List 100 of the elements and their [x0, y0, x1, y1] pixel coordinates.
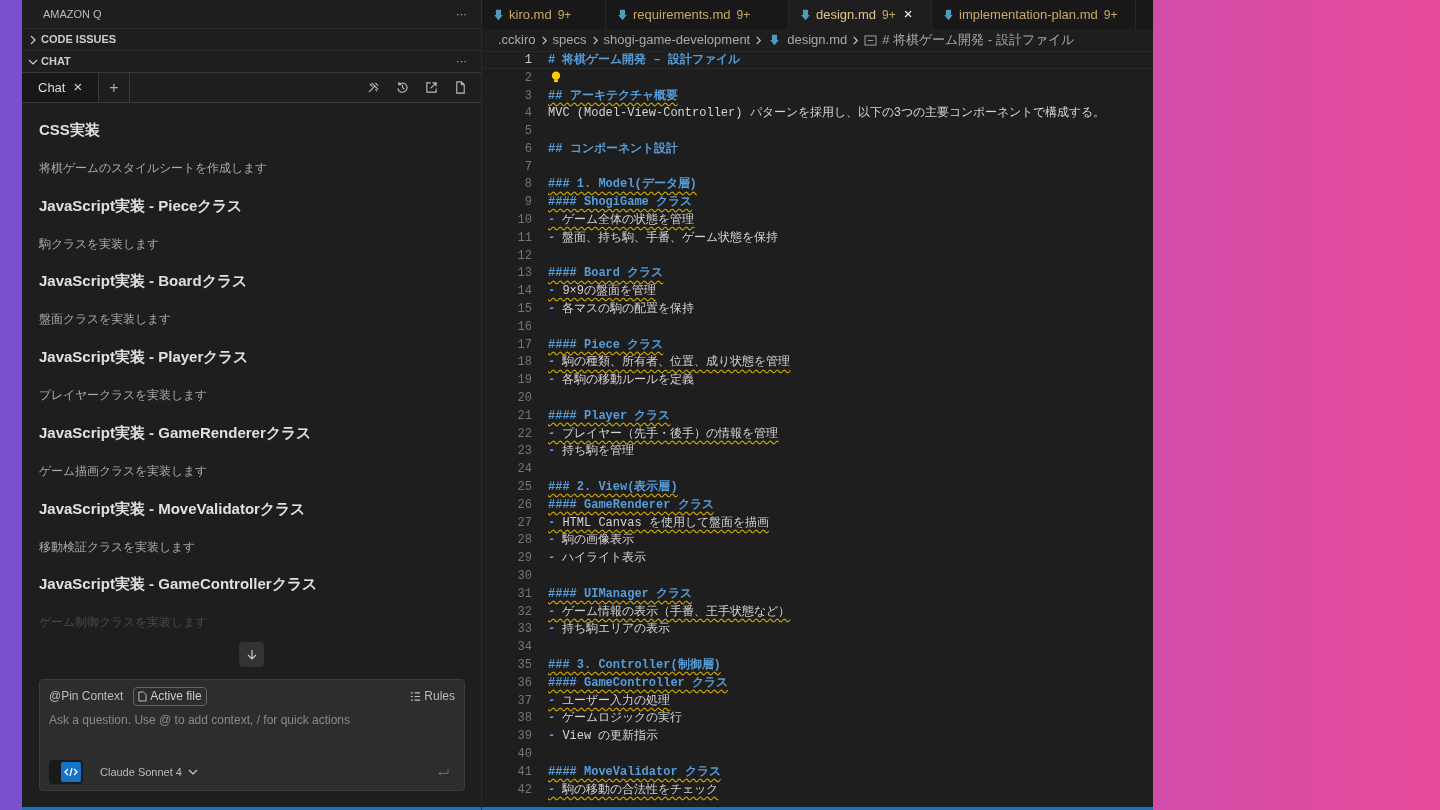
- line-number: 22: [516, 425, 532, 443]
- file-icon: [138, 690, 148, 702]
- line-number: 1: [523, 51, 532, 69]
- heading-text: #### UIManager クラス: [548, 585, 693, 603]
- code-line: MVC (Model-View-Controller) パターンを採用し、以下の3つの主要コンポーネントで構成する。: [548, 105, 1105, 123]
- model-selector[interactable]: Claude Sonnet 4: [100, 763, 198, 781]
- line-number: 9: [523, 194, 532, 212]
- line-number: 20: [516, 390, 532, 408]
- rules-button[interactable]: Rules: [410, 687, 455, 705]
- line-number: 30: [516, 568, 532, 585]
- line-number: 42: [516, 781, 532, 799]
- markdown-icon: [770, 34, 780, 46]
- line-number: 36: [516, 674, 532, 692]
- problem-count: 9+: [736, 6, 751, 24]
- code-icon: [61, 762, 81, 782]
- line-number: 4: [523, 105, 532, 123]
- heading-text: ## コンポーネント設計: [548, 140, 678, 158]
- history-icon: [396, 81, 409, 94]
- message-text: プレイヤークラスを実装します: [39, 388, 207, 403]
- code-line: - ゲーム全体の状態を管理: [548, 212, 695, 230]
- code-toggle[interactable]: [49, 760, 83, 784]
- message-text: 盤面クラスを実装します: [39, 312, 171, 327]
- heading-text: ## アーキテクチャ概要: [548, 87, 678, 105]
- breadcrumb-item[interactable]: shogi-game-development: [603, 30, 751, 50]
- line-number: 14: [516, 283, 532, 301]
- line-number: 26: [516, 496, 532, 514]
- line-number: 10: [516, 212, 532, 230]
- line-number: 11: [516, 229, 532, 247]
- lightbulb-icon: [551, 71, 561, 85]
- line-number: 23: [516, 443, 532, 461]
- chevron-icon: [590, 35, 600, 45]
- line-number: 25: [516, 479, 532, 497]
- list-icon: [410, 690, 422, 702]
- markdown-icon: [801, 8, 810, 21]
- heading-text: ### 3. Controller(制御層): [548, 657, 721, 674]
- line-number: 5: [523, 123, 532, 141]
- new-tab-button[interactable]: +: [109, 75, 119, 100]
- code-line: - ゲーム情報の表示（手番、王手状態など）: [548, 603, 791, 621]
- line-number: 31: [516, 585, 532, 603]
- chat-tab[interactable]: Chat ×: [22, 73, 100, 102]
- message-title: JavaScript実装 - MoveValidatorクラス: [39, 498, 306, 519]
- close-icon[interactable]: ×: [903, 3, 913, 26]
- message-title: CSS実装: [39, 120, 101, 140]
- close-icon[interactable]: ×: [73, 76, 83, 99]
- chevron-icon: [187, 767, 198, 777]
- heading-text: # 将棋ゲーム開発 – 設計ファイル: [548, 51, 740, 69]
- line-number: 13: [516, 265, 532, 283]
- markdown-icon: [618, 8, 627, 21]
- message-title: JavaScript実装 - GameControllerクラス: [39, 574, 318, 595]
- chat-input-field[interactable]: Ask a question. Use @ to add context, / for quick actions: [49, 710, 455, 730]
- markdown-icon: [494, 8, 503, 21]
- chevron-icon: [754, 35, 764, 45]
- line-number: 32: [516, 603, 532, 621]
- code-line: - 各駒の移動ルールを定義: [548, 372, 695, 390]
- line-number: 3: [523, 87, 532, 105]
- line-number: 12: [516, 247, 532, 265]
- line-number: 38: [516, 710, 532, 728]
- message-title: JavaScript実装 - GameRendererクラス: [39, 422, 312, 443]
- breadcrumb-item[interactable]: specs: [552, 30, 587, 50]
- code-line: - 盤面、持ち駒、手番、ゲーム状態を保持: [548, 229, 779, 247]
- document-icon: [454, 81, 467, 94]
- section-header[interactable]: CHAT: [41, 53, 71, 70]
- heading-text: #### ShogiGame クラス: [548, 194, 693, 212]
- message-text: 将棋ゲームのスタイルシートを作成します: [39, 161, 267, 175]
- line-number: 34: [516, 639, 532, 657]
- line-number: 29: [516, 550, 532, 568]
- code-line: - View の更新指示: [548, 728, 659, 746]
- line-number: 18: [516, 354, 532, 372]
- markdown-icon: [944, 8, 953, 21]
- code-line: - ハイライト表示: [548, 550, 647, 568]
- heading-text: #### MoveValidator クラス: [548, 763, 721, 781]
- breadcrumb-item[interactable]: design.md: [767, 30, 848, 50]
- editor-tab[interactable]: design.md 9+ ×: [789, 0, 932, 29]
- heading-text: #### Piece クラス: [548, 336, 664, 354]
- pin-context-button[interactable]: @Pin Context: [49, 687, 124, 705]
- code-line: - ゲームロジックの実行: [548, 710, 683, 728]
- code-line: - 駒の移動の合法性をチェック: [548, 781, 719, 799]
- heading-text: ### 1. Model(データ層): [548, 176, 697, 194]
- message-text: 駒クラスを実装します: [39, 236, 159, 251]
- message-text: ゲーム描画クラスを実装します: [39, 463, 207, 478]
- line-number: 15: [516, 301, 532, 319]
- line-number: 17: [516, 336, 532, 354]
- breadcrumb-item[interactable]: # 将棋ゲーム開発 - 設計ファイル: [864, 30, 1074, 50]
- message-text: 移動検証クラスを実装します: [39, 539, 195, 554]
- code-line: - 駒の種類、所有者、位置、成り状態を管理: [548, 354, 791, 372]
- code-line: - 9×9の盤面を管理: [548, 283, 656, 301]
- tools-icon: [367, 81, 380, 94]
- problem-count: 9+: [1103, 6, 1118, 24]
- heading-text: ### 2. View(表示層): [548, 479, 678, 497]
- chevron-icon: [851, 35, 861, 45]
- line-number: 21: [516, 407, 532, 425]
- scroll-down-button[interactable]: [239, 642, 264, 667]
- more-button[interactable]: ···: [456, 53, 467, 70]
- message-title: JavaScript実装 - Playerクラス: [39, 347, 250, 368]
- section-header[interactable]: CODE ISSUES: [41, 31, 117, 48]
- context-chip[interactable]: Active file: [133, 686, 207, 706]
- breadcrumb-item[interactable]: .cckiro: [498, 30, 536, 50]
- code-line: - ユーザー入力の処理: [548, 692, 671, 710]
- more-button[interactable]: ···: [456, 5, 467, 23]
- line-number: 8: [523, 176, 532, 194]
